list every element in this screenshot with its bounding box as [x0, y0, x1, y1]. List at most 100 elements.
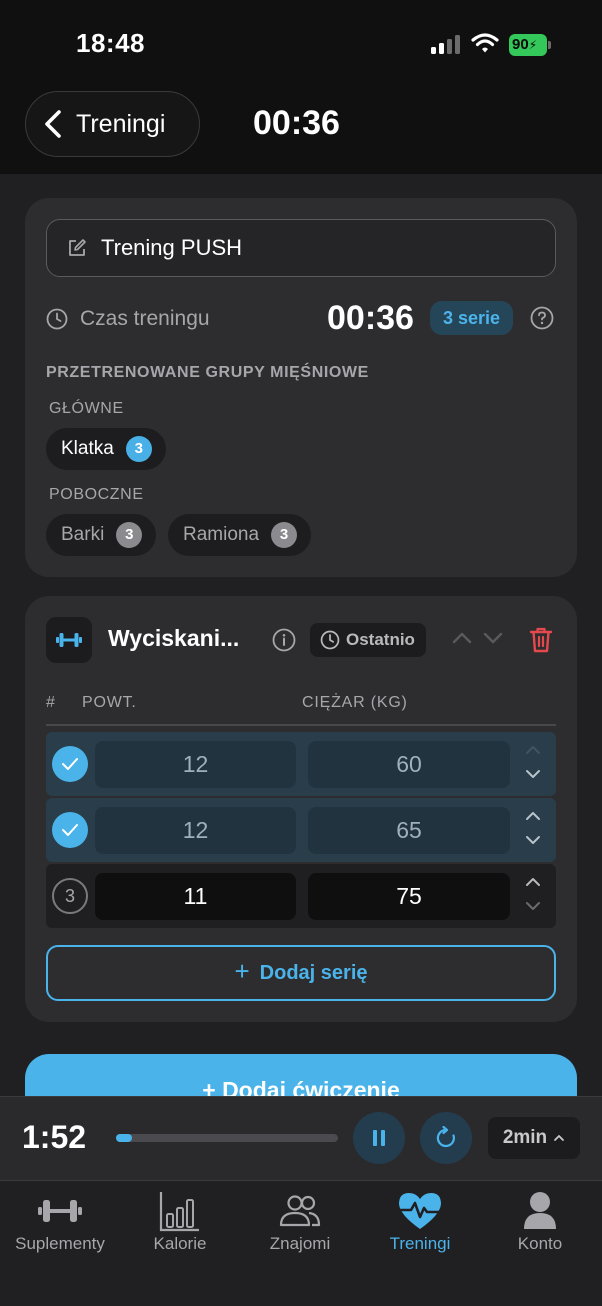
tab-label: Konto [517, 1234, 563, 1253]
muscle-chip-barki[interactable]: Barki 3 [46, 514, 157, 556]
workout-time-label: Czas treningu [80, 307, 210, 330]
rest-duration-value: 2min [502, 1127, 548, 1148]
add-set-label: Dodaj serię [259, 961, 368, 984]
chevron-up-icon [554, 1135, 565, 1141]
edit-icon [69, 239, 86, 256]
rest-timer-value: 1:52 [22, 1119, 87, 1155]
dumbbell-icon [0, 1189, 120, 1233]
set-complete-checkbox[interactable] [52, 812, 88, 848]
pause-icon [373, 1130, 385, 1146]
bar-chart-icon [120, 1189, 240, 1233]
exercise-title[interactable]: Wyciskani... [108, 625, 239, 652]
refresh-icon [436, 1126, 455, 1148]
dumbbell-icon [46, 617, 92, 663]
rest-progress-fill [116, 1134, 132, 1142]
tab-bar: Suplementy Kalorie Znajomi Treningi Kont… [0, 1180, 602, 1306]
pause-button[interactable] [353, 1112, 405, 1164]
cellular-signal-icon [431, 34, 463, 54]
tab-label: Znajomi [269, 1234, 331, 1253]
workout-content[interactable]: Czas treningu 00:36 3 serie PRZETRENOWAN… [0, 174, 602, 1096]
tab-suplementy[interactable]: Suplementy [0, 1181, 120, 1271]
set-complete-checkbox[interactable] [52, 746, 88, 782]
battery-indicator: 90⚡ [509, 34, 551, 56]
tab-label: Treningi [389, 1234, 451, 1253]
muscle-chip-label: Barki [61, 524, 105, 545]
rest-timer-bar: 1:52 2min [0, 1096, 602, 1180]
charging-bolt-icon: ⚡ [528, 38, 538, 52]
set-number[interactable]: 3 [52, 878, 88, 914]
secondary-muscles-label: POBOCZNE [49, 486, 144, 503]
status-time: 18:48 [76, 28, 145, 58]
rest-duration-select[interactable]: 2min [488, 1117, 580, 1159]
rest-progress-track [116, 1134, 338, 1142]
add-exercise-button[interactable]: + Dodaj ćwiczenie [25, 1054, 577, 1096]
header: Treningi 00:36 [0, 88, 602, 174]
column-header-reps: POWT. [82, 694, 137, 711]
move-up-icon[interactable] [451, 630, 473, 646]
muscle-chip-ramiona[interactable]: Ramiona 3 [168, 514, 312, 556]
set-row: 12 60 [46, 732, 556, 796]
series-count-badge: 3 serie [430, 301, 514, 335]
exercise-card: Wyciskani... Ostatnio # POWT. CIĘŻAR (KG… [25, 596, 577, 1022]
tab-kalorie[interactable]: Kalorie [120, 1181, 240, 1271]
tab-treningi[interactable]: Treningi [360, 1181, 480, 1271]
chevron-up-icon[interactable] [524, 744, 542, 756]
primary-muscles-label: GŁÓWNE [49, 400, 124, 417]
chevron-down-icon[interactable] [524, 768, 542, 780]
chevron-up-icon[interactable] [524, 810, 542, 822]
set-row: 12 65 [46, 798, 556, 862]
tab-label: Kalorie [153, 1234, 207, 1253]
workout-time-value: 00:36 [327, 299, 414, 337]
heart-pulse-icon [360, 1189, 480, 1233]
info-icon[interactable] [272, 628, 296, 652]
header-divider [46, 724, 556, 726]
muscle-chip-count: 3 [271, 522, 298, 548]
workout-time-row: Czas treningu 00:36 3 serie [46, 299, 556, 339]
wifi-icon [471, 32, 499, 54]
set-row: 3 11 75 [46, 864, 556, 928]
weight-input[interactable]: 75 [308, 873, 510, 920]
back-button[interactable]: Treningi [25, 91, 200, 157]
weight-input[interactable]: 60 [308, 741, 510, 788]
last-performance-button[interactable]: Ostatnio [310, 623, 426, 657]
reps-input[interactable]: 12 [95, 741, 296, 788]
header-timer: 00:36 [253, 104, 340, 142]
workout-name-input[interactable] [101, 235, 521, 261]
tab-znajomi[interactable]: Znajomi [240, 1181, 360, 1271]
muscle-chip-label: Ramiona [183, 524, 260, 545]
workout-name-field[interactable] [46, 219, 556, 277]
move-down-icon[interactable] [482, 630, 504, 646]
clock-icon [46, 308, 68, 330]
column-header-weight: CIĘŻAR (KG) [302, 694, 408, 711]
reps-input[interactable]: 11 [95, 873, 296, 920]
muscle-groups-title: PRZETRENOWANE GRUPY MIĘŚNIOWE [46, 364, 369, 381]
reset-timer-button[interactable] [420, 1112, 472, 1164]
person-icon [480, 1189, 600, 1233]
tab-konto[interactable]: Konto [480, 1181, 600, 1271]
workout-info-card: Czas treningu 00:36 3 serie PRZETRENOWAN… [25, 198, 577, 577]
column-header-number: # [46, 694, 56, 711]
muscle-chip-count: 3 [125, 436, 152, 462]
battery-level: 90 [512, 36, 529, 53]
chevron-up-icon[interactable] [524, 876, 542, 888]
chevron-left-icon [45, 110, 61, 138]
back-label: Treningi [76, 109, 166, 138]
plus-icon: + [234, 956, 250, 986]
reps-input[interactable]: 12 [95, 807, 296, 854]
tab-label: Suplementy [15, 1234, 105, 1253]
muscle-chip-klatka[interactable]: Klatka 3 [46, 428, 166, 470]
trash-icon[interactable] [529, 626, 553, 654]
weight-input[interactable]: 65 [308, 807, 510, 854]
chevron-down-icon[interactable] [524, 834, 542, 846]
muscle-chip-label: Klatka [61, 438, 114, 459]
status-bar: 18:48 90⚡ [0, 0, 602, 88]
chevron-down-icon[interactable] [524, 900, 542, 912]
last-performance-label: Ostatnio [346, 630, 415, 649]
checkmark-icon [62, 824, 78, 836]
add-set-button[interactable]: + Dodaj serię [46, 945, 556, 1001]
checkmark-icon [62, 758, 78, 770]
people-icon [240, 1189, 360, 1233]
muscle-chip-count: 3 [116, 522, 143, 548]
help-icon[interactable] [530, 306, 554, 330]
clock-icon [320, 630, 340, 650]
